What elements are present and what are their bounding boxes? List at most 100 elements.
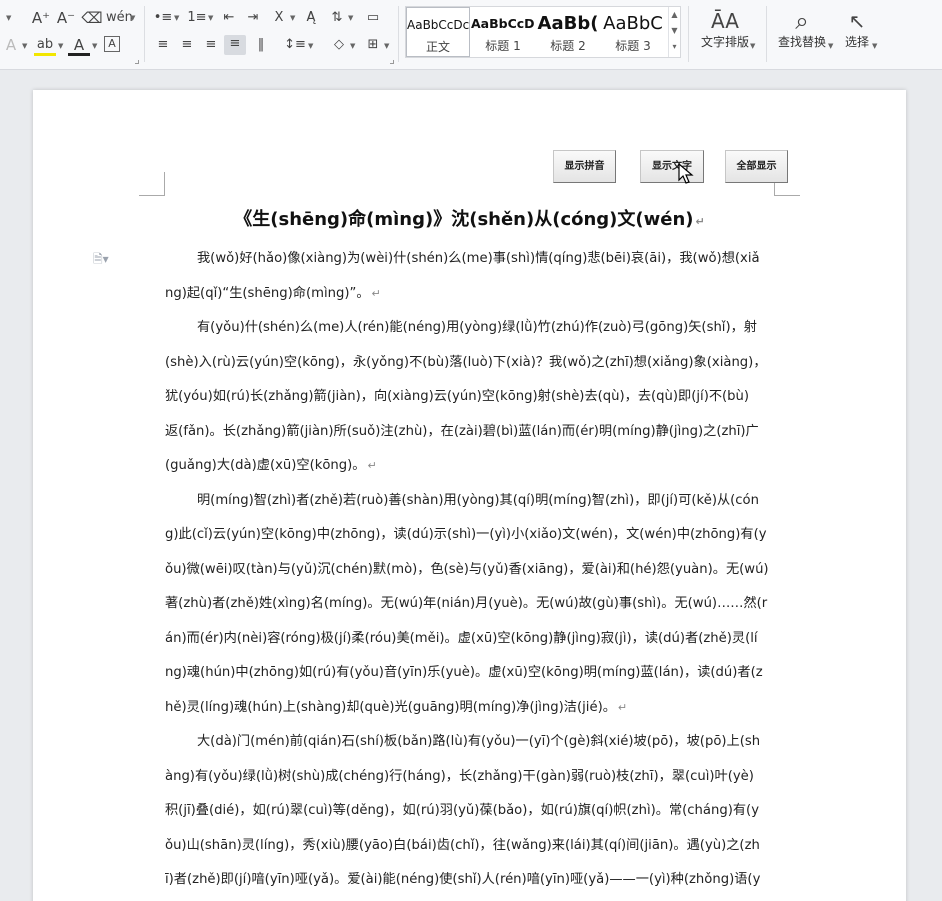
style-gallery: AaBbCcDc 正文 AaBbCcDd 标题 1 AaBb( 标题 2 AaB… <box>405 6 681 58</box>
document-title: 《生(shēng)命(mìng)》沈(shěn)从(cóng)文(wén) ↵ <box>33 208 906 234</box>
line-text: 我(wǒ)好(hǎo)像(xiàng)为(wèi)什(shén)么(me)事(s… <box>197 251 760 266</box>
line-text: 有(yǒu)什(shén)么(me)人(rén)能(néng)用(yòng)绿(… <box>197 320 757 335</box>
document-page[interactable]: 🗎▾ 显示拼音 显示文字 全部显示 《生(shēng)命(mìng)》沈(shě… <box>33 90 906 901</box>
align-left-icon[interactable]: ≡ <box>152 36 174 56</box>
line-text: ǒu)山(shān)灵(líng)，秀(xiù)腰(yāo)白(bái)齿(ch… <box>165 837 760 853</box>
text-line: 明(míng)智(zhì)者(zhě)若(ruò)善(shàn)用(yòng)其… <box>165 484 774 519</box>
text-direction-icon[interactable]: Ą <box>300 9 322 29</box>
text-line: g)此(cǐ)云(yún)空(kōng)中(zhōng)，读(dú)示(shì)… <box>165 518 774 553</box>
style-preview: AaBbCcDd <box>471 16 535 31</box>
indent-icon[interactable]: ⇥ <box>242 9 264 29</box>
phonetic-guide-icon[interactable]: wén <box>106 9 133 29</box>
text-line: ng)魂(hún)中(zhōng)如(rú)有(yǒu)音(yīn)乐(yuè)… <box>165 656 774 691</box>
borders-caret[interactable]: ▼ <box>384 42 389 50</box>
group-launcher-icon[interactable] <box>390 60 394 64</box>
numbering-caret[interactable]: ▼ <box>208 14 213 22</box>
text-line: 犹(yóu)如(rú)长(zhǎng)箭(jiàn)，向(xiàng)云(yún… <box>165 380 774 415</box>
cursor-arrow-icon: ↖ <box>848 9 866 33</box>
line-text: ī)者(zhě)即(jí)喑(yīn)哑(yǎ)。爱(ài)能(néng)使(s… <box>165 872 761 887</box>
style-name: 正文 <box>425 40 450 54</box>
distribute-icon[interactable]: ‖ <box>250 36 272 56</box>
text-line: ī)者(zhě)即(jí)喑(yīn)哑(yǎ)。爱(ài)能(néng)使(s… <box>165 863 774 898</box>
highlight-icon[interactable]: ab <box>34 36 56 56</box>
text-layout-button[interactable]: ĀA 文字排版 <box>695 8 755 50</box>
text-layout-caret[interactable]: ▼ <box>750 42 755 50</box>
font-color-icon[interactable]: A <box>68 36 90 56</box>
sort-icon[interactable]: ⇅ <box>326 9 348 29</box>
style-heading-2[interactable]: AaBb( 标题 2 <box>536 7 600 57</box>
find-replace-caret[interactable]: ▼ <box>828 42 833 50</box>
crop-mark <box>139 172 165 196</box>
style-heading-3[interactable]: AaBbC 标题 3 <box>601 7 665 57</box>
numbering-icon[interactable]: 1≡ <box>186 9 208 29</box>
document-body: 我(wǒ)好(hǎo)像(xiàng)为(wèi)什(shén)么(me)事(s… <box>165 242 774 898</box>
title-text: 《生(shēng)命(mìng)》沈(shěn)从(cóng)文(wén) <box>234 209 694 230</box>
show-text-button[interactable]: 显示文字 <box>640 150 704 183</box>
align-center-icon[interactable]: ≡ <box>176 36 198 56</box>
align-right-icon[interactable]: ≡ <box>200 36 222 56</box>
text-line: 著(zhù)者(zhě)姓(xìng)名(míng)。无(wú)年(nián)月… <box>165 587 774 622</box>
char-spacing-icon[interactable]: ▭ <box>362 9 384 29</box>
bullets-icon[interactable]: •≡ <box>152 9 174 29</box>
separator <box>688 6 689 62</box>
text-line: 有(yǒu)什(shén)么(me)人(rén)能(néng)用(yòng)绿(… <box>165 311 774 346</box>
line-text: 著(zhù)者(zhě)姓(xìng)名(míng)。无(wú)年(nián)月… <box>165 596 768 611</box>
paragraph-mark: ↵ <box>367 459 377 472</box>
highlight-caret[interactable]: ▼ <box>58 42 63 50</box>
find-replace-label: 查找替换 <box>777 35 826 49</box>
text-effects-caret[interactable]: ▼ <box>22 42 27 50</box>
style-name: 标题 2 <box>550 39 586 53</box>
font-size-dropdown-caret[interactable]: ▼ <box>6 14 11 22</box>
select-button[interactable]: ↖ 选择 <box>840 8 874 50</box>
line-text: (shè)入(rù)云(yún)空(kōng)，永(yǒng)不(bù)落(lu… <box>165 354 767 370</box>
ribbon-toolbar: ▼ A⁺ A⁻ ⌫ wén ▼ A ▼ ab ▼ A ▼ A •≡ ▼ 1≡ ▼… <box>0 0 942 70</box>
line-text: 大(dà)门(mén)前(qián)石(shí)板(bǎn)路(lù)有(yǒu… <box>197 734 761 749</box>
show-pinyin-button[interactable]: 显示拼音 <box>553 150 616 183</box>
style-preview: AaBb( <box>537 13 599 34</box>
line-text: 犹(yóu)如(rú)长(zhǎng)箭(jiàn)，向(xiàng)云(yún… <box>165 389 750 404</box>
text-line: 大(dà)门(mén)前(qián)石(shí)板(bǎn)路(lù)有(yǒu… <box>165 725 774 760</box>
shading-caret[interactable]: ▼ <box>350 42 355 50</box>
line-text: 积(jī)叠(dié)，如(rú)翠(cuì)等(děng)，如(rú)羽(yǔ… <box>165 803 759 818</box>
clear-format-icon[interactable]: ⌫ <box>81 9 103 29</box>
char-border-icon[interactable]: A <box>104 36 120 52</box>
bullets-caret[interactable]: ▼ <box>174 14 179 22</box>
shrink-font-icon[interactable]: A⁻ <box>55 9 77 29</box>
line-spacing-icon[interactable]: ↕≡ <box>284 36 306 56</box>
line-text: àng)有(yǒu)绿(lǜ)树(shù)成(chéng)行(háng)，长(z… <box>165 768 754 784</box>
sort-caret[interactable]: ▼ <box>348 14 353 22</box>
select-caret[interactable]: ▼ <box>872 42 877 50</box>
text-line: (guǎng)大(dà)虚(xū)空(kōng)。 ↵ <box>165 449 774 484</box>
line-text: hě)灵(líng)魂(hún)上(shàng)却(què)光(guāng)明(… <box>165 699 616 715</box>
text-line: án)而(ér)内(nèi)容(róng)极(jí)柔(róu)美(měi)。虚… <box>165 622 774 657</box>
show-all-button[interactable]: 全部显示 <box>725 150 788 183</box>
text-line: 积(jī)叠(dié)，如(rú)翠(cuì)等(děng)，如(rú)羽(yǔ… <box>165 794 774 829</box>
phonetic-caret[interactable]: ▼ <box>130 14 135 22</box>
outdent-icon[interactable]: ⇤ <box>218 9 240 29</box>
font-color-caret[interactable]: ▼ <box>92 42 97 50</box>
line-text: án)而(ér)内(nèi)容(róng)极(jí)柔(róu)美(měi)。虚… <box>165 630 758 646</box>
text-line: àng)有(yǒu)绿(lǜ)树(shù)成(chéng)行(háng)，长(z… <box>165 760 774 795</box>
style-heading-1[interactable]: AaBbCcDd 标题 1 <box>471 7 535 57</box>
line-text: (guǎng)大(dà)虚(xū)空(kōng)。 <box>165 458 366 473</box>
select-label: 选择 <box>844 35 869 49</box>
justify-icon[interactable]: ≡ <box>224 35 246 55</box>
char-scale-icon[interactable]: X <box>268 9 290 29</box>
document-icon[interactable]: 🗎▾ <box>93 250 109 271</box>
group-launcher-icon[interactable] <box>135 60 139 64</box>
text-line: ǒu)微(wēi)叹(tàn)与(yǔ)沉(chén)默(mò)，色(sè)与(… <box>165 553 774 588</box>
style-gallery-scroll[interactable]: ▲ ▼ ▾ <box>668 7 680 57</box>
style-preview: AaBbCcDc <box>407 18 469 32</box>
borders-icon[interactable]: ⊞ <box>362 36 384 56</box>
grow-font-icon[interactable]: A⁺ <box>30 9 52 29</box>
shading-icon[interactable]: ◇ <box>328 36 350 56</box>
line-text: ǒu)微(wēi)叹(tàn)与(yǔ)沉(chén)默(mò)，色(sè)与(… <box>165 561 769 577</box>
style-normal[interactable]: AaBbCcDc 正文 <box>406 7 470 57</box>
char-scale-caret[interactable]: ▼ <box>290 14 295 22</box>
mouse-cursor-icon <box>678 163 694 184</box>
document-area: 🗎▾ 显示拼音 显示文字 全部显示 《生(shēng)命(mìng)》沈(shě… <box>0 70 942 901</box>
text-effects-icon[interactable]: A <box>0 36 22 56</box>
paragraph-mark: ↵ <box>371 286 381 300</box>
line-spacing-caret[interactable]: ▼ <box>308 42 313 50</box>
find-replace-button[interactable]: ⌕ 查找替换 <box>774 8 830 50</box>
